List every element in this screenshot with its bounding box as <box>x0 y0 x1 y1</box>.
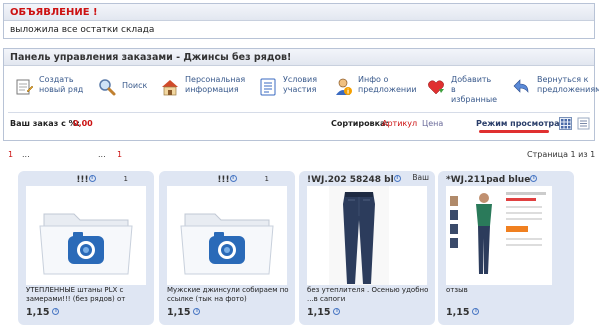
product-card[interactable]: !!! i 1 УТЕПЛЕННЫЕ штаны PLX с замерами!!… <box>18 171 154 325</box>
product-price-value: 1,15 <box>26 307 50 318</box>
announcement-box: ОБЪЯВЛЕНИЕ ! выложила все остатки склада <box>3 3 595 39</box>
product-price: 1,15 i <box>167 307 201 318</box>
price-info-icon[interactable]: i <box>472 308 480 315</box>
panel-toolbar: Создать новый ряд Поиск Персональная инф… <box>4 69 599 113</box>
personal-info-icon <box>160 77 180 97</box>
favorite-heart-icon <box>426 77 446 97</box>
add-favorites-button[interactable]: Добавить в избранные <box>426 75 497 111</box>
jeans-photo[interactable] <box>307 186 427 285</box>
pager-ellipsis-right: ... <box>98 150 106 159</box>
product-card-title: *WJ.211pad blue i <box>438 175 574 185</box>
create-row-button[interactable]: Создать новый ряд <box>14 75 83 111</box>
pager-ellipsis-left: ... <box>22 150 30 159</box>
personal-info-label-1: Персональная <box>185 75 246 84</box>
add-favorites-label-2: в <box>451 85 456 94</box>
announcement-title: ОБЪЯВЛЕНИЕ ! <box>10 7 98 18</box>
view-mode-underline <box>479 130 549 133</box>
product-price: 1,15 i <box>26 307 60 318</box>
sort-by-article-link[interactable]: Артикул <box>382 119 417 128</box>
back-to-offers-label-2: предложениям <box>537 85 599 94</box>
product-card-title: !!! i <box>159 175 295 185</box>
conditions-icon <box>258 77 278 97</box>
product-description: отзыв <box>446 286 468 294</box>
personal-info-label-2: информация <box>185 85 239 94</box>
create-row-icon <box>14 77 34 97</box>
info-icon[interactable]: i <box>393 175 401 182</box>
conditions-label-1: Условия <box>283 75 318 84</box>
back-to-offers-button[interactable]: Вернуться к предложениям <box>512 75 599 111</box>
product-card[interactable]: !WJ.202 58248 bl i Ваш без утеплителя . О… <box>299 171 435 325</box>
order-control-panel: Панель управления заказами - Джинсы без … <box>3 48 599 141</box>
create-row-label-2: новый ряд <box>39 85 84 94</box>
back-to-offers-label-1: Вернуться к <box>537 75 589 84</box>
search-button[interactable]: Поиск <box>97 75 147 111</box>
back-arrow-icon <box>512 77 532 97</box>
sort-label: Сортировка: <box>331 119 389 128</box>
info-icon[interactable]: i <box>229 175 237 182</box>
product-title-text: !!! <box>217 175 230 185</box>
offer-info-label-2: предложении <box>358 85 417 94</box>
view-mode-label: Режим просмотра: <box>476 119 563 128</box>
pager-first-link[interactable]: 1 <box>8 150 13 159</box>
info-icon[interactable]: i <box>88 175 96 182</box>
sort-by-price-link[interactable]: Цена <box>422 119 443 128</box>
personal-info-button[interactable]: Персональная информация <box>160 75 245 111</box>
panel-divider <box>8 112 590 113</box>
product-price-value: 1,15 <box>446 307 470 318</box>
product-card[interactable]: *WJ.211pad blue i отзыв 1,15 i <box>438 171 574 325</box>
grid-view-icon[interactable] <box>559 117 572 130</box>
product-title-text: !WJ.202 58248 bl <box>307 175 394 185</box>
add-favorites-label-1: Добавить <box>451 75 492 84</box>
product-price-value: 1,15 <box>307 307 331 318</box>
announcement-header: ОБЪЯВЛЕНИЕ ! <box>4 4 594 21</box>
folder-camera-icon[interactable] <box>26 186 146 285</box>
order-row: Ваш заказ с %: 0,00 Сортировка: Артикул … <box>10 117 590 137</box>
folder-camera-icon[interactable] <box>167 186 287 285</box>
list-view-icon[interactable] <box>577 117 590 130</box>
panel-title: Панель управления заказами - Джинсы без … <box>4 49 594 66</box>
order-percent-value: 0,00 <box>73 119 93 128</box>
page-info: Страница 1 из 1 <box>527 150 596 159</box>
price-info-icon[interactable]: i <box>333 308 341 315</box>
add-favorites-label-3: избранные <box>451 95 498 104</box>
your-order-badge: Ваш <box>412 173 429 182</box>
offer-info-label-1: Инфо о <box>358 75 389 84</box>
product-count: 1 <box>264 175 269 183</box>
announcement-text: выложила все остатки склада <box>10 25 155 35</box>
product-price: 1,15 i <box>446 307 480 318</box>
search-icon <box>97 77 117 97</box>
price-info-icon[interactable]: i <box>52 308 60 315</box>
order-percent-label: Ваш заказ с %: <box>10 119 80 128</box>
info-icon[interactable]: i <box>530 175 538 182</box>
product-description: УТЕПЛЕННЫЕ штаны PLX с замерами!!! (без … <box>26 286 126 303</box>
product-price-value: 1,15 <box>167 307 191 318</box>
search-label: Поиск <box>122 81 148 90</box>
product-count: 1 <box>123 175 128 183</box>
product-title-text: !!! <box>76 175 89 185</box>
conditions-button[interactable]: Условия участия <box>258 75 317 111</box>
product-description: Мужские джинсули собираем по ссылке (тык… <box>167 286 289 303</box>
price-info-icon[interactable]: i <box>193 308 201 315</box>
product-title-text: *WJ.211pad blue <box>446 175 531 185</box>
create-row-label-1: Создать <box>39 75 74 84</box>
pager-last-link[interactable]: 1 <box>117 150 122 159</box>
svg-text:i: i <box>347 89 349 96</box>
offer-info-button[interactable]: i Инфо о предложении <box>333 75 417 111</box>
product-price: 1,15 i <box>307 307 341 318</box>
product-card-title: !!! i <box>18 175 154 185</box>
product-description: без утеплителя . Осенью удобно ...в сапо… <box>307 286 429 303</box>
conditions-label-2: участия <box>283 85 317 94</box>
product-page-photo[interactable] <box>446 186 552 285</box>
offer-info-icon: i <box>333 77 353 97</box>
product-card[interactable]: !!! i 1 Мужские джинсули собираем по ссыл… <box>159 171 295 325</box>
